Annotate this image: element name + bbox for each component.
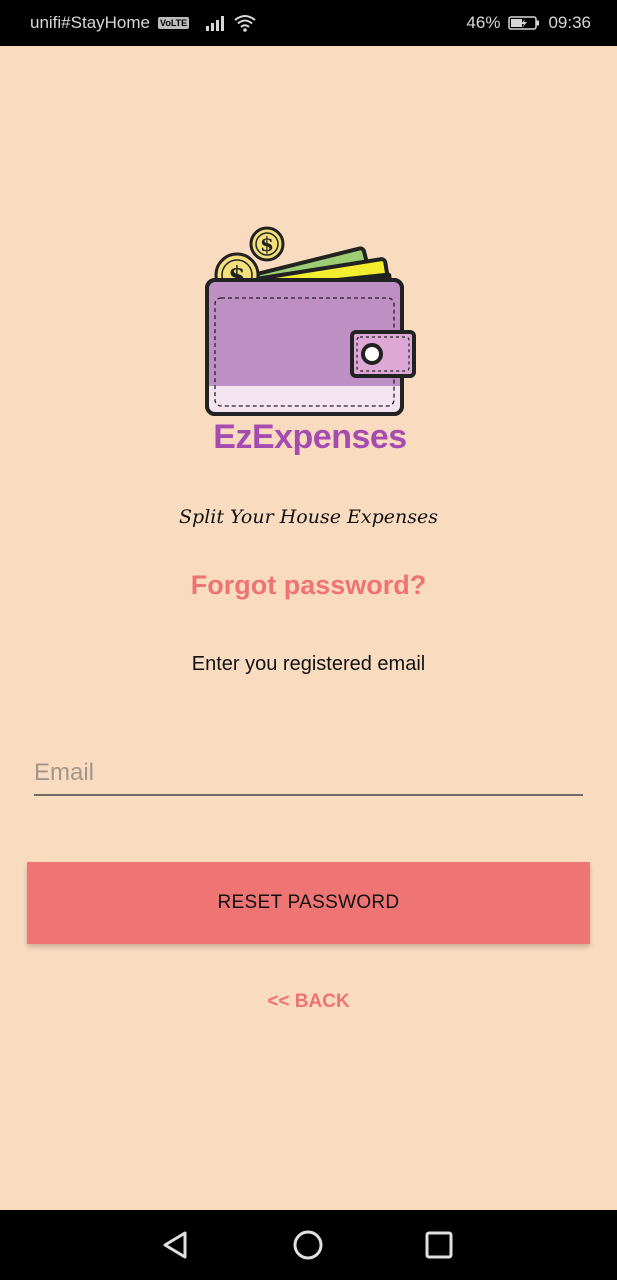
email-field[interactable] [34, 752, 583, 796]
svg-text:$: $ [260, 232, 274, 256]
status-bar: unifi#StayHome VoLTE 46% 09:36 [0, 0, 617, 46]
volte-badge: VoLTE [158, 17, 190, 29]
recents-square-icon[interactable] [421, 1227, 457, 1263]
wallet-icon: $ $ [205, 226, 416, 416]
reset-password-button[interactable]: RESET PASSWORD [27, 862, 590, 944]
wifi-icon [234, 15, 256, 32]
clock: 09:36 [548, 13, 591, 32]
signal-icon [206, 16, 225, 31]
tagline: Split Your House Expenses [179, 506, 438, 528]
battery-percent: 46% [466, 13, 501, 32]
home-circle-icon[interactable] [290, 1227, 326, 1263]
back-link[interactable]: << BACK [0, 991, 617, 1013]
logo-wordmark: EzExpenses [213, 418, 407, 456]
app-logo: $ $ EzExpenses [200, 222, 420, 462]
page-title: Forgot password? [190, 570, 427, 600]
battery-icon [508, 16, 540, 30]
system-nav-bar [0, 1210, 617, 1280]
carrier-label: unifi#StayHome [30, 13, 151, 32]
back-triangle-icon[interactable] [158, 1227, 194, 1263]
instruction-text: Enter you registered email [191, 653, 426, 675]
